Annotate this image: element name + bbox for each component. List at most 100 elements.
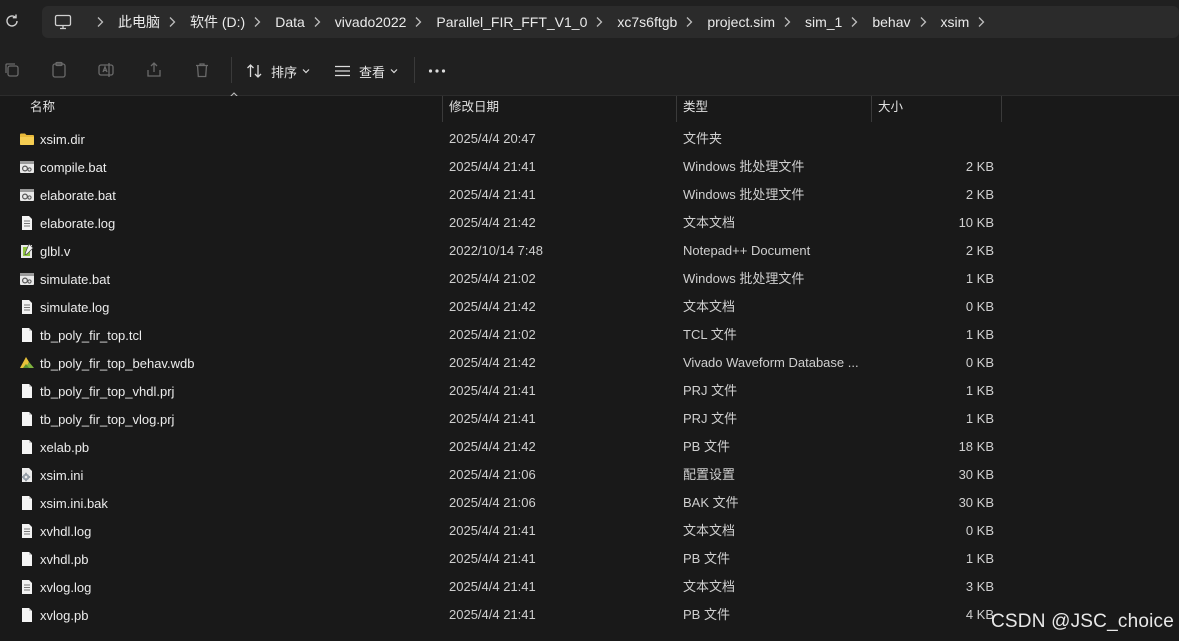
file-name[interactable]: tb_poly_fir_top_vlog.prj bbox=[40, 412, 174, 427]
file-name-cell[interactable]: elaborate.bat bbox=[19, 181, 116, 209]
file-modified-date: 2025/4/4 21:41 bbox=[449, 411, 536, 426]
file-name-cell[interactable]: tb_poly_fir_top_vhdl.prj bbox=[19, 377, 174, 405]
file-name[interactable]: elaborate.bat bbox=[40, 188, 116, 203]
delete-icon[interactable] bbox=[193, 61, 211, 79]
blank-file-icon bbox=[19, 495, 35, 511]
breadcrumb-item[interactable]: xc7s6ftgb bbox=[617, 14, 677, 30]
chevron-right-icon[interactable] bbox=[413, 16, 423, 28]
file-name[interactable]: compile.bat bbox=[40, 160, 106, 175]
file-name-cell[interactable]: xelab.pb bbox=[19, 433, 89, 461]
column-header-size[interactable]: 大小 bbox=[872, 96, 1001, 122]
file-name-cell[interactable]: elaborate.log bbox=[19, 209, 115, 237]
file-row[interactable]: tb_poly_fir_top_vlog.prj 2025/4/4 21:41 PR… bbox=[0, 405, 1179, 433]
file-row[interactable]: tb_poly_fir_top.tcl 2025/4/4 21:02 TCL 文件 1… bbox=[0, 321, 1179, 349]
breadcrumb-item[interactable]: 此电脑 bbox=[118, 12, 160, 32]
file-name[interactable]: simulate.log bbox=[40, 300, 109, 315]
file-name[interactable]: tb_poly_fir_top_vhdl.prj bbox=[40, 384, 174, 399]
file-name-cell[interactable]: tb_poly_fir_top.tcl bbox=[19, 321, 142, 349]
column-header-name[interactable]: 名称 bbox=[24, 96, 442, 122]
copy-icon[interactable] bbox=[3, 61, 21, 79]
column-header-type[interactable]: 类型 bbox=[677, 96, 871, 122]
chevron-right-icon[interactable] bbox=[167, 16, 177, 28]
file-name-cell[interactable]: compile.bat bbox=[19, 153, 106, 181]
file-name-cell[interactable]: simulate.bat bbox=[19, 265, 110, 293]
file-name[interactable]: xsim.ini bbox=[40, 468, 83, 483]
paste-icon[interactable] bbox=[50, 61, 68, 79]
file-row[interactable]: compile.bat 2025/4/4 21:41 Windows 批处理文件 2 … bbox=[0, 153, 1179, 181]
refresh-icon[interactable] bbox=[3, 12, 21, 30]
column-header-date[interactable]: 修改日期 bbox=[443, 96, 676, 122]
notepadpp-file-icon bbox=[19, 243, 35, 259]
file-row[interactable]: tb_poly_fir_top_behav.wdb 2025/4/4 21:42 V… bbox=[0, 349, 1179, 377]
file-row[interactable]: simulate.log 2025/4/4 21:42 文本文档 0 KB bbox=[0, 293, 1179, 321]
chevron-right-icon[interactable] bbox=[684, 16, 694, 28]
file-name-cell[interactable]: tb_poly_fir_top_vlog.prj bbox=[19, 405, 174, 433]
file-name-cell[interactable]: xsim.ini.bak bbox=[19, 489, 108, 517]
breadcrumb-item[interactable]: Parallel_FIR_FFT_V1_0 bbox=[436, 14, 587, 30]
rename-icon[interactable] bbox=[97, 61, 115, 79]
file-row[interactable]: elaborate.bat 2025/4/4 21:41 Windows 批处理文件… bbox=[0, 181, 1179, 209]
file-name[interactable]: xsim.ini.bak bbox=[40, 496, 108, 511]
chevron-right-icon[interactable] bbox=[918, 16, 928, 28]
file-type: Windows 批处理文件 bbox=[683, 159, 805, 174]
breadcrumb-item[interactable]: sim_1 bbox=[805, 14, 842, 30]
file-name[interactable]: xvlog.pb bbox=[40, 608, 88, 623]
view-label: 查看 bbox=[359, 64, 386, 80]
chevron-right-icon[interactable] bbox=[976, 16, 986, 28]
file-name[interactable]: xsim.dir bbox=[40, 132, 85, 147]
chevron-right-icon[interactable] bbox=[849, 16, 859, 28]
column-header-row: 名称 修改日期 类型 大小 bbox=[0, 96, 1179, 122]
column-divider[interactable] bbox=[1001, 96, 1002, 122]
file-row[interactable]: xvlog.log 2025/4/4 21:41 文本文档 3 KB bbox=[0, 573, 1179, 601]
file-size: 2 KB bbox=[965, 187, 994, 202]
more-icon bbox=[428, 69, 446, 73]
file-row[interactable]: glbl.v 2022/10/14 7:48 Notepad++ Document 2… bbox=[0, 237, 1179, 265]
breadcrumb-item[interactable]: behav bbox=[872, 14, 910, 30]
breadcrumb-item[interactable]: project.sim bbox=[707, 14, 775, 30]
file-name-cell[interactable]: xsim.ini bbox=[19, 461, 83, 489]
address-bar[interactable]: 此电脑 软件 (D:) Data vivado2022 Parallel_FIR_FFT… bbox=[42, 6, 1179, 38]
chevron-down-icon bbox=[302, 69, 310, 74]
chevron-right-icon[interactable] bbox=[312, 16, 322, 28]
chevron-right-icon[interactable] bbox=[252, 16, 262, 28]
file-name[interactable]: xelab.pb bbox=[40, 440, 89, 455]
file-name-cell[interactable]: tb_poly_fir_top_behav.wdb bbox=[19, 349, 194, 377]
file-name-cell[interactable]: xsim.dir bbox=[19, 125, 85, 153]
breadcrumb-item[interactable]: xsim bbox=[941, 14, 970, 30]
sort-button[interactable]: 排序 bbox=[246, 58, 310, 84]
file-row[interactable]: xsim.ini 2025/4/4 21:06 配置设置 30 KB bbox=[0, 461, 1179, 489]
file-name-cell[interactable]: xvhdl.log bbox=[19, 517, 91, 545]
file-row[interactable]: simulate.bat 2025/4/4 21:02 Windows 批处理文件 1… bbox=[0, 265, 1179, 293]
chevron-right-icon[interactable] bbox=[782, 16, 792, 28]
chevron-right-icon[interactable] bbox=[594, 16, 604, 28]
share-icon[interactable] bbox=[145, 61, 163, 79]
breadcrumb-item[interactable]: vivado2022 bbox=[335, 14, 407, 30]
this-pc-icon[interactable] bbox=[54, 14, 72, 30]
more-options-button[interactable] bbox=[428, 58, 446, 84]
view-button[interactable]: 查看 bbox=[334, 58, 398, 84]
breadcrumb-item[interactable]: 软件 (D:) bbox=[190, 12, 245, 32]
file-name[interactable]: xvhdl.log bbox=[40, 524, 91, 539]
file-name-cell[interactable]: xvlog.pb bbox=[19, 601, 88, 629]
breadcrumb-item[interactable]: Data bbox=[275, 14, 305, 30]
file-row[interactable]: xvhdl.log 2025/4/4 21:41 文本文档 0 KB bbox=[0, 517, 1179, 545]
file-row[interactable]: xvhdl.pb 2025/4/4 21:41 PB 文件 1 KB bbox=[0, 545, 1179, 573]
file-name-cell[interactable]: xvhdl.pb bbox=[19, 545, 88, 573]
file-name[interactable]: tb_poly_fir_top.tcl bbox=[40, 328, 142, 343]
file-name[interactable]: xvlog.log bbox=[40, 580, 91, 595]
file-type: 文本文档 bbox=[683, 579, 736, 594]
file-name[interactable]: simulate.bat bbox=[40, 272, 110, 287]
chevron-right-icon[interactable] bbox=[95, 16, 105, 28]
file-row[interactable]: xelab.pb 2025/4/4 21:42 PB 文件 18 KB bbox=[0, 433, 1179, 461]
file-name-cell[interactable]: glbl.v bbox=[19, 237, 70, 265]
file-row[interactable]: xsim.dir 2025/4/4 20:47 文件夹 bbox=[0, 125, 1179, 153]
file-name[interactable]: xvhdl.pb bbox=[40, 552, 88, 567]
file-name[interactable]: elaborate.log bbox=[40, 216, 115, 231]
file-name-cell[interactable]: xvlog.log bbox=[19, 573, 91, 601]
file-name[interactable]: glbl.v bbox=[40, 244, 70, 259]
file-row[interactable]: tb_poly_fir_top_vhdl.prj 2025/4/4 21:41 PR… bbox=[0, 377, 1179, 405]
file-name-cell[interactable]: simulate.log bbox=[19, 293, 109, 321]
file-row[interactable]: xsim.ini.bak 2025/4/4 21:06 BAK 文件 30 KB bbox=[0, 489, 1179, 517]
file-row[interactable]: elaborate.log 2025/4/4 21:42 文本文档 10 KB bbox=[0, 209, 1179, 237]
file-name[interactable]: tb_poly_fir_top_behav.wdb bbox=[40, 356, 194, 371]
